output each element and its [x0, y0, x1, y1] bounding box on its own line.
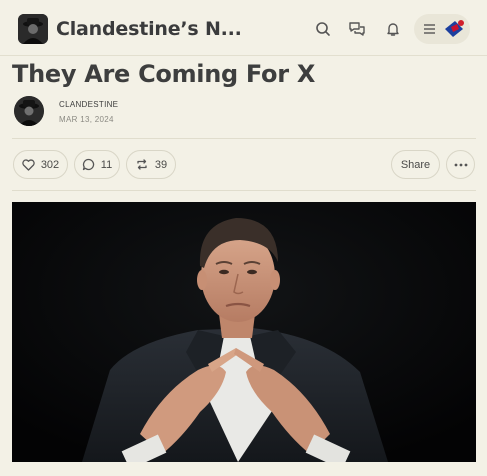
publication-name[interactable]: Clandestine’s N... — [56, 18, 242, 40]
chat-icon — [349, 22, 365, 36]
like-button[interactable]: 302 — [13, 150, 68, 179]
search-icon — [316, 22, 330, 36]
author-avatar[interactable] — [14, 96, 44, 126]
post-date: MAR 13, 2024 — [59, 115, 114, 124]
comment-icon — [82, 158, 94, 171]
account-menu-button[interactable] — [414, 14, 470, 44]
comment-button[interactable]: 11 — [74, 150, 120, 179]
top-navigation-bar: Clandestine’s N... — [0, 0, 487, 56]
chat-button[interactable] — [343, 15, 371, 43]
menu-icon — [424, 24, 435, 34]
author-name[interactable]: CLANDESTINE — [59, 100, 118, 109]
restack-button[interactable]: 39 — [126, 150, 176, 179]
search-button[interactable] — [309, 15, 337, 43]
divider-top — [12, 138, 476, 139]
comment-count: 11 — [100, 158, 113, 171]
notifications-button[interactable] — [379, 15, 407, 43]
post-hero-image[interactable] — [12, 202, 476, 462]
heart-icon — [22, 158, 35, 171]
flag-avatar-icon — [445, 20, 464, 37]
like-count: 302 — [40, 158, 60, 171]
ellipsis-icon — [454, 163, 467, 166]
restack-count: 39 — [154, 158, 168, 171]
restack-icon — [137, 159, 147, 170]
divider-bottom — [12, 190, 476, 191]
post-title: They Are Coming For X — [12, 60, 316, 88]
share-label: Share — [400, 158, 431, 171]
bell-icon — [387, 23, 399, 36]
more-options-button[interactable] — [446, 150, 475, 179]
share-button[interactable]: Share — [391, 150, 440, 179]
publication-logo[interactable] — [18, 14, 48, 44]
